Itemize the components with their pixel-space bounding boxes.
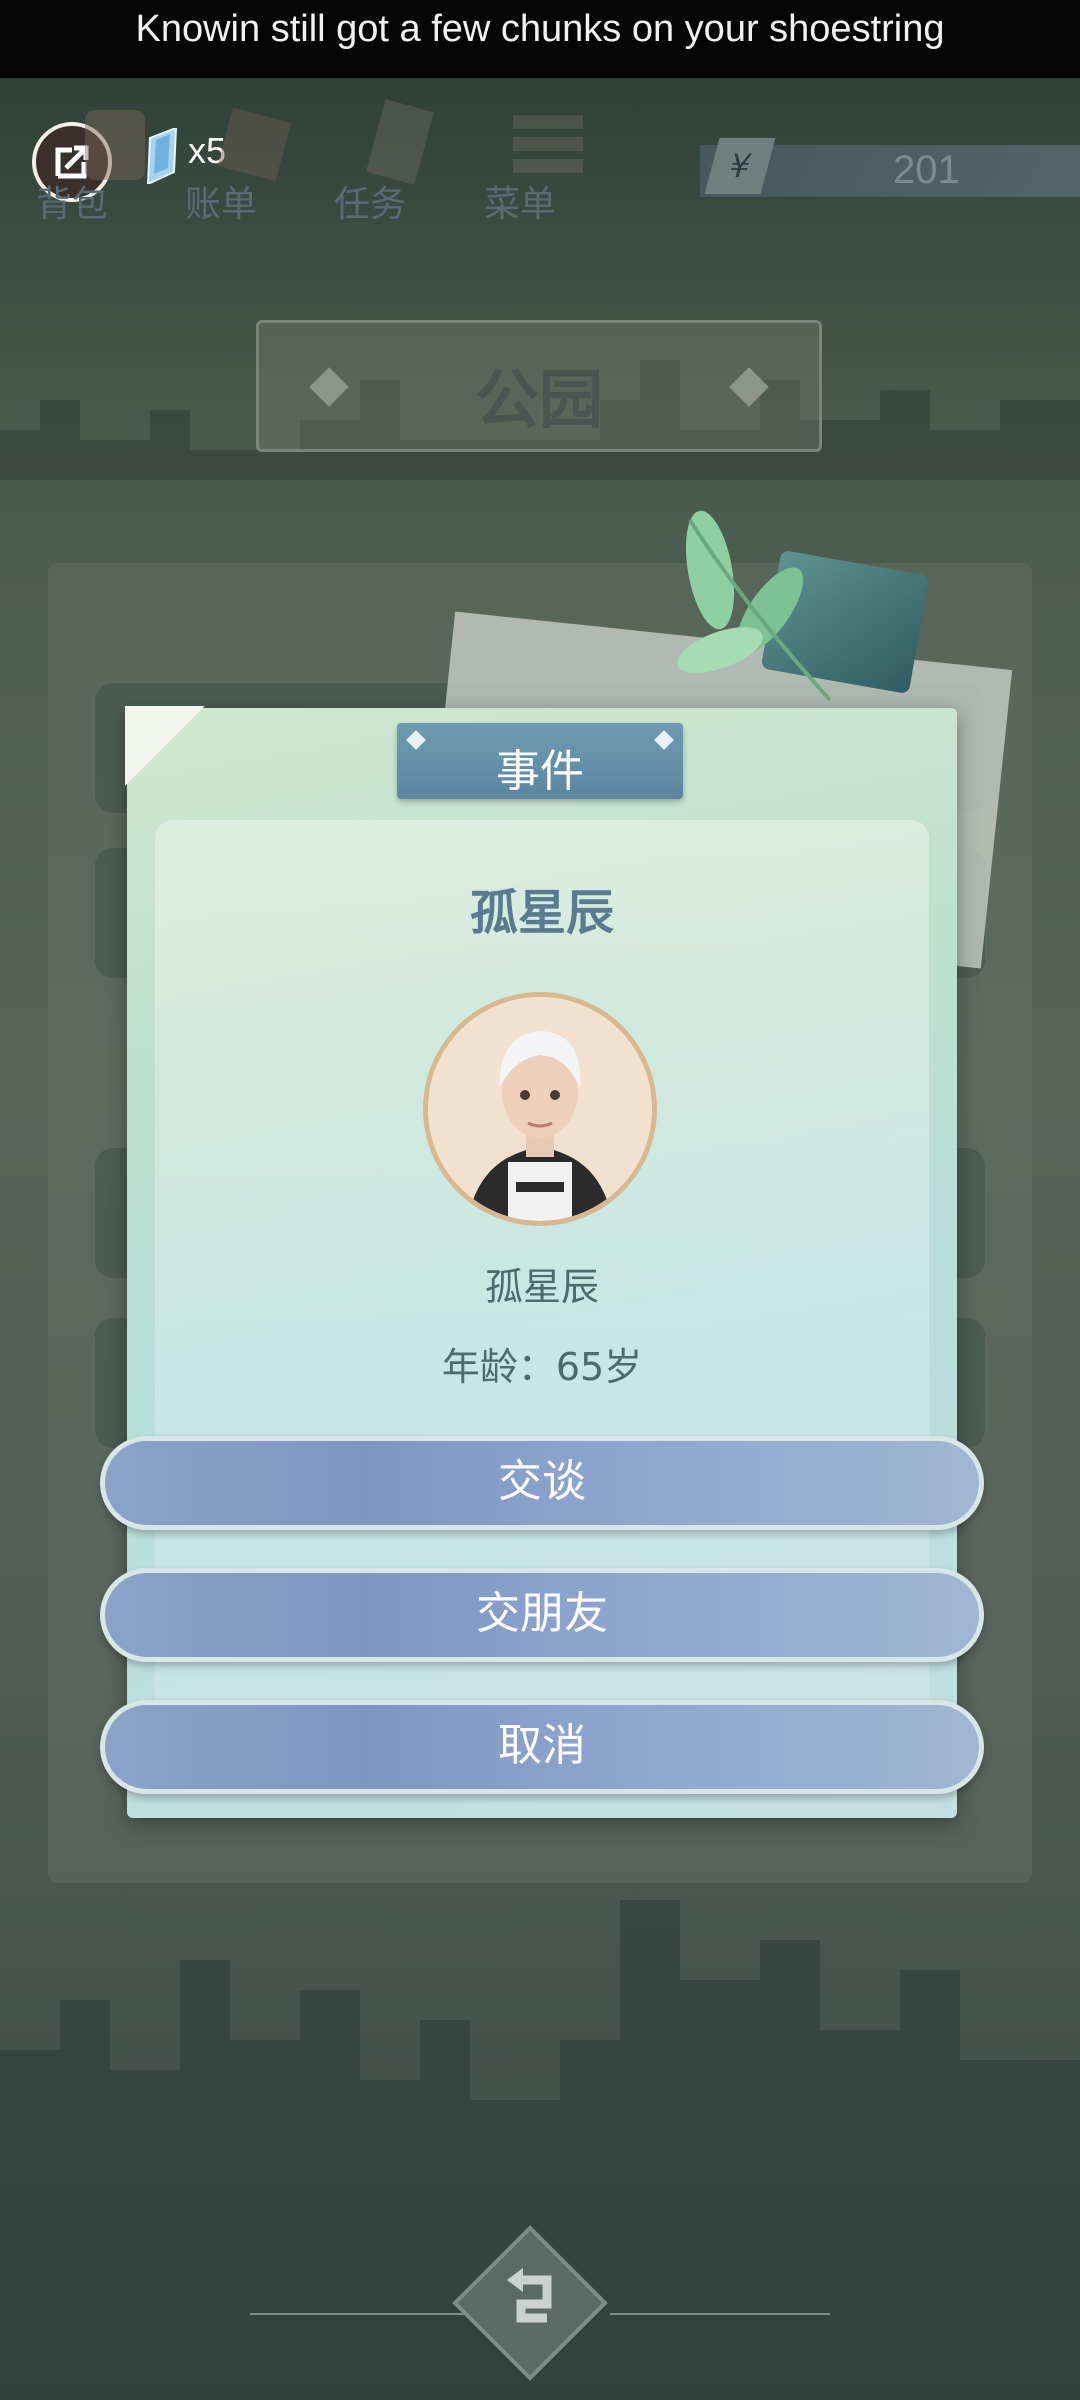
talk-button[interactable]: 交谈: [100, 1436, 984, 1530]
character-name: 孤星辰: [484, 1265, 599, 1309]
character-age: 年龄：65岁: [441, 1345, 643, 1389]
make-friend-button[interactable]: 交朋友: [100, 1568, 984, 1662]
divider-line: [610, 2313, 830, 2315]
caption-text: Knowin still got a few chunks on your sh…: [135, 8, 945, 50]
nav-label: 任务: [334, 184, 407, 225]
location-name: 公园: [475, 364, 603, 438]
cancel-button[interactable]: 取消: [100, 1700, 984, 1794]
divider-line: [250, 2313, 470, 2315]
money-value: 201: [893, 148, 960, 192]
character-avatar: [423, 992, 657, 1226]
nav-label: 背包: [36, 184, 109, 225]
dialog-header-title: 事件: [496, 746, 584, 797]
dialog-header: 事件: [397, 723, 683, 799]
page-curl: [125, 706, 205, 786]
nav-label: 菜单: [484, 184, 557, 225]
caption-bar: Knowin still got a few chunks on your sh…: [0, 0, 1080, 78]
back-icon: [507, 2268, 552, 2323]
character-title: 孤星辰: [469, 885, 614, 941]
leaf-decoration: [677, 510, 832, 702]
location-plate: 公园: [256, 320, 822, 452]
nav-label: 账单: [185, 184, 258, 225]
portrait-image: [428, 997, 652, 1221]
